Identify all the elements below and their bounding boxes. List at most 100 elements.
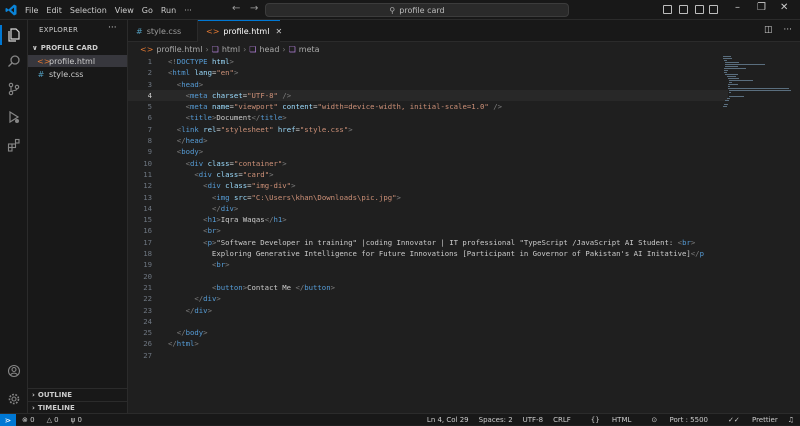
customize-layout-icon[interactable]: [709, 5, 718, 14]
live-server-port[interactable]: ⊙ Port : 5500: [641, 416, 708, 424]
code-line[interactable]: 7 <link rel="stylesheet" href="style.css…: [128, 124, 728, 135]
split-editor-icon[interactable]: ◫: [764, 25, 773, 35]
code-line[interactable]: 16 <br>: [128, 225, 728, 236]
code-line[interactable]: 27: [128, 350, 728, 361]
menu-go[interactable]: Go: [142, 6, 153, 15]
warnings-count: 0: [54, 415, 59, 424]
code-line[interactable]: 15 <h1>Iqra Waqas</h1>: [128, 214, 728, 225]
more-actions-icon[interactable]: ···: [783, 25, 792, 35]
minimap-line: [729, 92, 732, 93]
back-arrow-icon[interactable]: ←: [232, 3, 240, 14]
minimap-line: [725, 74, 739, 75]
minimap-line: [729, 96, 745, 97]
source-control-icon[interactable]: [5, 80, 23, 98]
code-text: <html lang="en">: [168, 68, 239, 78]
outline-label: OUTLINE: [37, 391, 73, 399]
code-line[interactable]: 11 <div class="card">: [128, 169, 728, 180]
code-line[interactable]: 10 <div class="container">: [128, 158, 728, 169]
code-line[interactable]: 20: [128, 271, 728, 282]
minimap-line: [725, 62, 739, 63]
code-line[interactable]: 12 <div class="img-div">: [128, 180, 728, 191]
warnings-item[interactable]: △ 0: [47, 416, 65, 424]
command-center-search[interactable]: ⚲ profile card: [265, 3, 569, 17]
breadcrumb-meta[interactable]: meta: [299, 45, 320, 54]
file-profile-html[interactable]: <> profile.html: [28, 55, 127, 67]
folder-label: PROFILE CARD: [40, 43, 98, 52]
menu-run[interactable]: Run: [161, 6, 176, 15]
code-text: <div class="container">: [185, 158, 287, 168]
toggle-panel-icon[interactable]: [679, 5, 688, 14]
cursor-position[interactable]: Ln 4, Col 29: [427, 416, 469, 424]
run-debug-icon[interactable]: [5, 108, 23, 126]
tab-bar: # style.css <> profile.html ✕ ◫ ···: [128, 20, 800, 42]
remote-icon[interactable]: ⋗: [0, 414, 16, 426]
code-line[interactable]: 17 <p>"Software Developer in training" |…: [128, 237, 728, 248]
toggle-secondary-sidebar-icon[interactable]: [695, 5, 704, 14]
code-text: <p>"Software Developer in training" |cod…: [203, 237, 696, 247]
code-line[interactable]: 26 </html>: [128, 338, 728, 349]
code-line[interactable]: 1 <!DOCTYPE html>: [128, 56, 728, 67]
forward-arrow-icon[interactable]: →: [250, 3, 258, 14]
errors-item[interactable]: ⊗ 0: [22, 416, 41, 424]
menu-more[interactable]: ···: [184, 6, 192, 15]
language-mode[interactable]: {} HTML: [581, 416, 632, 424]
code-text: <div class="img-div">: [203, 181, 296, 191]
code-line[interactable]: 6 <title>Document</title>: [128, 112, 728, 123]
code-line[interactable]: 21 <button>Contact Me </button>: [128, 282, 728, 293]
code-text: Exploring Generative Intelligence for Fu…: [168, 249, 704, 259]
outline-section[interactable]: › OUTLINE: [28, 388, 127, 401]
line-number: 16: [143, 226, 152, 236]
code-line[interactable]: 18 Exploring Generative Intelligence for…: [128, 248, 728, 259]
menu-view[interactable]: View: [115, 6, 134, 15]
html-file-icon: <>: [140, 44, 154, 54]
explorer-more-icon[interactable]: ···: [108, 23, 117, 33]
extensions-icon[interactable]: [5, 136, 23, 154]
code-line[interactable]: 22 </div>: [128, 293, 728, 304]
menu-selection[interactable]: Selection: [70, 6, 107, 15]
code-line[interactable]: 19 <br>: [128, 259, 728, 270]
accounts-icon[interactable]: [5, 362, 23, 380]
breadcrumb-file[interactable]: profile.html: [156, 45, 202, 54]
status-bar: ⋗ ⊗ 0 △ 0 ψ 0 Ln 4, Col 29 Spaces: 2 UTF…: [0, 413, 800, 426]
explorer-icon[interactable]: [5, 26, 23, 44]
code-line[interactable]: 23 </div>: [128, 305, 728, 316]
code-line[interactable]: 5 <meta name="viewport" content="width=d…: [128, 101, 728, 112]
minimize-icon[interactable]: –: [735, 2, 740, 13]
file-style-css[interactable]: # style.css: [28, 68, 127, 80]
code-line[interactable]: 13 <img src="C:\Users\khan\Downloads\pic…: [128, 192, 728, 203]
code-line[interactable]: 14 </div>: [128, 203, 728, 214]
code-line[interactable]: 24: [128, 316, 728, 327]
code-line[interactable]: 2 <html lang="en">: [128, 67, 728, 78]
menu-edit[interactable]: Edit: [46, 6, 62, 15]
code-editor[interactable]: 1 <!DOCTYPE html> 2 <html lang="en"> 3 <head…: [128, 56, 728, 361]
ports-item[interactable]: ψ 0: [71, 416, 88, 424]
toggle-primary-sidebar-icon[interactable]: [663, 5, 672, 14]
minimap-line: [726, 76, 737, 77]
prettier-item[interactable]: ✓✓ Prettier: [718, 416, 778, 424]
breadcrumb-html[interactable]: html: [222, 45, 240, 54]
line-number: 17: [143, 237, 152, 247]
maximize-icon[interactable]: ❐: [757, 2, 766, 13]
code-line[interactable]: 3 <head>: [128, 79, 728, 90]
code-line[interactable]: 9 <body>: [128, 146, 728, 157]
search-text: profile card: [399, 5, 445, 15]
menu-file[interactable]: File: [25, 6, 38, 15]
minimap-line: [723, 106, 727, 107]
minimap[interactable]: [723, 56, 793, 116]
encoding[interactable]: UTF-8: [523, 416, 543, 424]
breadcrumb-head[interactable]: head: [259, 45, 279, 54]
minimap-line: [723, 58, 732, 59]
code-line[interactable]: 4 <meta charset="UTF-8" />: [128, 89, 728, 102]
notifications-bell-icon[interactable]: ♫: [788, 416, 794, 424]
indentation[interactable]: Spaces: 2: [479, 416, 513, 424]
end-of-line[interactable]: CRLF: [553, 416, 571, 424]
tab-style-css[interactable]: # style.css: [128, 20, 198, 42]
tab-profile-html[interactable]: <> profile.html ✕: [198, 20, 282, 42]
code-line[interactable]: 8 </head>: [128, 135, 728, 146]
close-window-icon[interactable]: ✕: [780, 2, 788, 13]
code-line[interactable]: 25 </body>: [128, 327, 728, 338]
search-view-icon[interactable]: [5, 52, 23, 70]
close-tab-icon[interactable]: ✕: [275, 27, 282, 36]
folder-profile-card[interactable]: ∨ PROFILE CARD: [28, 42, 127, 53]
manage-gear-icon[interactable]: [5, 390, 23, 408]
